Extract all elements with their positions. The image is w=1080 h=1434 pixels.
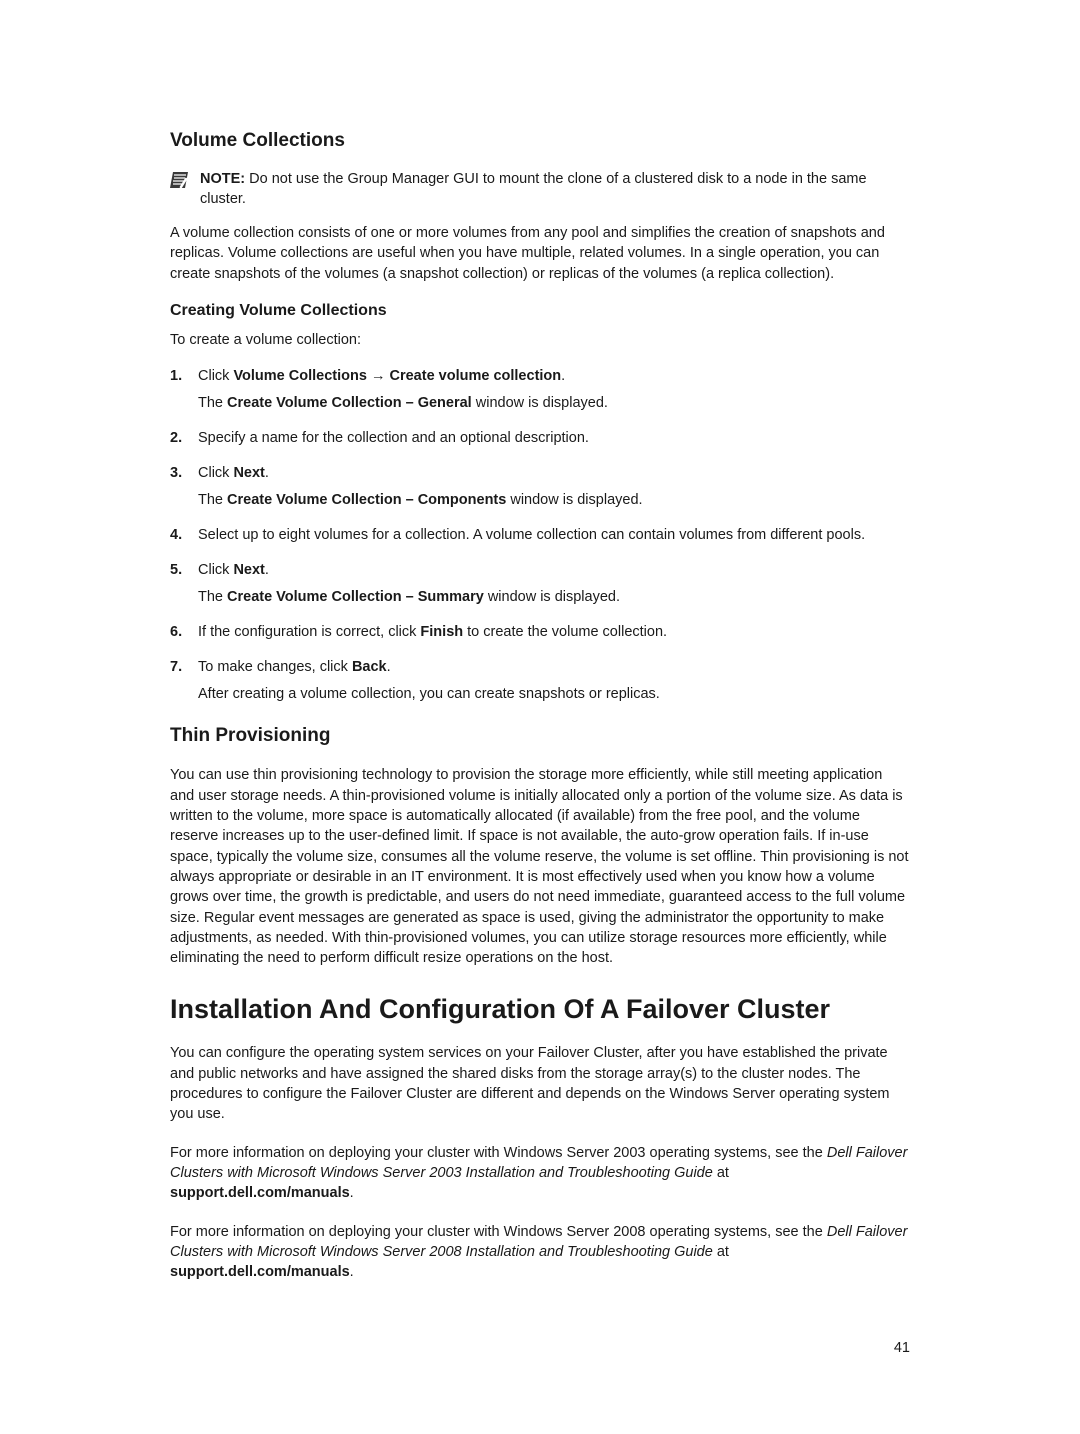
step-subtext: The Create Volume Collection – Component… (198, 490, 910, 511)
step-item: 6. If the configuration is correct, clic… (170, 622, 910, 643)
step-subtext: The Create Volume Collection – Summary w… (198, 587, 910, 608)
step-number: 7. (170, 657, 198, 678)
step-text: If the configuration is correct, click (198, 624, 420, 640)
arrow-icon: → (371, 368, 390, 384)
step-item: 5. Click Next. The Create Volume Collect… (170, 560, 910, 608)
step-bold: Back (352, 659, 387, 675)
step-body: Click Volume Collections → Create volume… (198, 366, 910, 414)
failover-2003-para: For more information on deploying your c… (170, 1143, 910, 1204)
step-text: . (265, 562, 269, 578)
note-text: NOTE: Do not use the Group Manager GUI t… (200, 170, 910, 209)
step-body: Select up to eight volumes for a collect… (198, 525, 910, 546)
volume-collections-intro: A volume collection consists of one or m… (170, 223, 910, 284)
step-text: The (198, 589, 227, 605)
note-icon (170, 171, 190, 194)
para-text: For more information on deploying your c… (170, 1224, 827, 1240)
step-text: . (561, 368, 565, 384)
steps-lead-in: To create a volume collection: (170, 330, 910, 350)
step-item: 1. Click Volume Collections → Create vol… (170, 366, 910, 414)
para-text: at (713, 1244, 729, 1260)
step-bold: Create volume collection (390, 368, 562, 384)
step-item: 4. Select up to eight volumes for a coll… (170, 525, 910, 546)
step-body: Click Next. The Create Volume Collection… (198, 463, 910, 511)
step-item: 2. Specify a name for the collection and… (170, 428, 910, 449)
step-subtext: After creating a volume collection, you … (198, 684, 910, 705)
step-text: to create the volume collection. (463, 624, 667, 640)
step-text: The (198, 395, 227, 411)
step-number: 2. (170, 428, 198, 449)
step-body: If the configuration is correct, click F… (198, 622, 910, 643)
step-item: 7. To make changes, click Back. After cr… (170, 657, 910, 705)
para-text: at (713, 1165, 729, 1181)
step-text: window is displayed. (472, 395, 608, 411)
failover-2008-para: For more information on deploying your c… (170, 1222, 910, 1283)
steps-list: 1. Click Volume Collections → Create vol… (170, 366, 910, 705)
note-body: Do not use the Group Manager GUI to moun… (200, 171, 867, 207)
step-bold: Create Volume Collection – General (227, 395, 472, 411)
heading-volume-collections: Volume Collections (170, 130, 910, 152)
thin-provisioning-para: You can use thin provisioning technology… (170, 765, 910, 968)
step-bold: Finish (420, 624, 463, 640)
step-number: 5. (170, 560, 198, 581)
step-text: window is displayed. (506, 492, 642, 508)
step-text: Click (198, 465, 233, 481)
support-link-text: support.dell.com/manuals (170, 1185, 350, 1201)
failover-intro-para: You can configure the operating system s… (170, 1043, 910, 1124)
step-bold: Create Volume Collection – Components (227, 492, 506, 508)
document-page: Volume Collections NOTE: Do not use the … (0, 0, 1080, 1416)
step-text: Click (198, 562, 233, 578)
step-bold: Next (233, 562, 264, 578)
step-text: Click (198, 368, 233, 384)
step-number: 1. (170, 366, 198, 387)
step-text: window is displayed. (484, 589, 620, 605)
subheading-creating-volume-collections: Creating Volume Collections (170, 302, 910, 320)
step-body: Specify a name for the collection and an… (198, 428, 910, 449)
step-item: 3. Click Next. The Create Volume Collect… (170, 463, 910, 511)
step-text: To make changes, click (198, 659, 352, 675)
step-bold: Create Volume Collection – Summary (227, 589, 484, 605)
para-text: . (350, 1264, 354, 1280)
step-body: To make changes, click Back. After creat… (198, 657, 910, 705)
step-number: 6. (170, 622, 198, 643)
step-bold: Volume Collections (233, 368, 371, 384)
para-text: For more information on deploying your c… (170, 1145, 827, 1161)
step-number: 3. (170, 463, 198, 484)
step-number: 4. (170, 525, 198, 546)
heading-thin-provisioning: Thin Provisioning (170, 725, 910, 747)
para-text: . (350, 1185, 354, 1201)
step-body: Click Next. The Create Volume Collection… (198, 560, 910, 608)
page-number: 41 (170, 1340, 910, 1356)
step-subtext: The Create Volume Collection – General w… (198, 393, 910, 414)
step-bold: Next (233, 465, 264, 481)
step-text: . (265, 465, 269, 481)
note-callout: NOTE: Do not use the Group Manager GUI t… (170, 170, 910, 209)
note-label: NOTE: (200, 171, 245, 187)
support-link-text: support.dell.com/manuals (170, 1264, 350, 1280)
heading-installation-configuration: Installation And Configuration Of A Fail… (170, 994, 910, 1025)
step-text: The (198, 492, 227, 508)
step-text: . (387, 659, 391, 675)
